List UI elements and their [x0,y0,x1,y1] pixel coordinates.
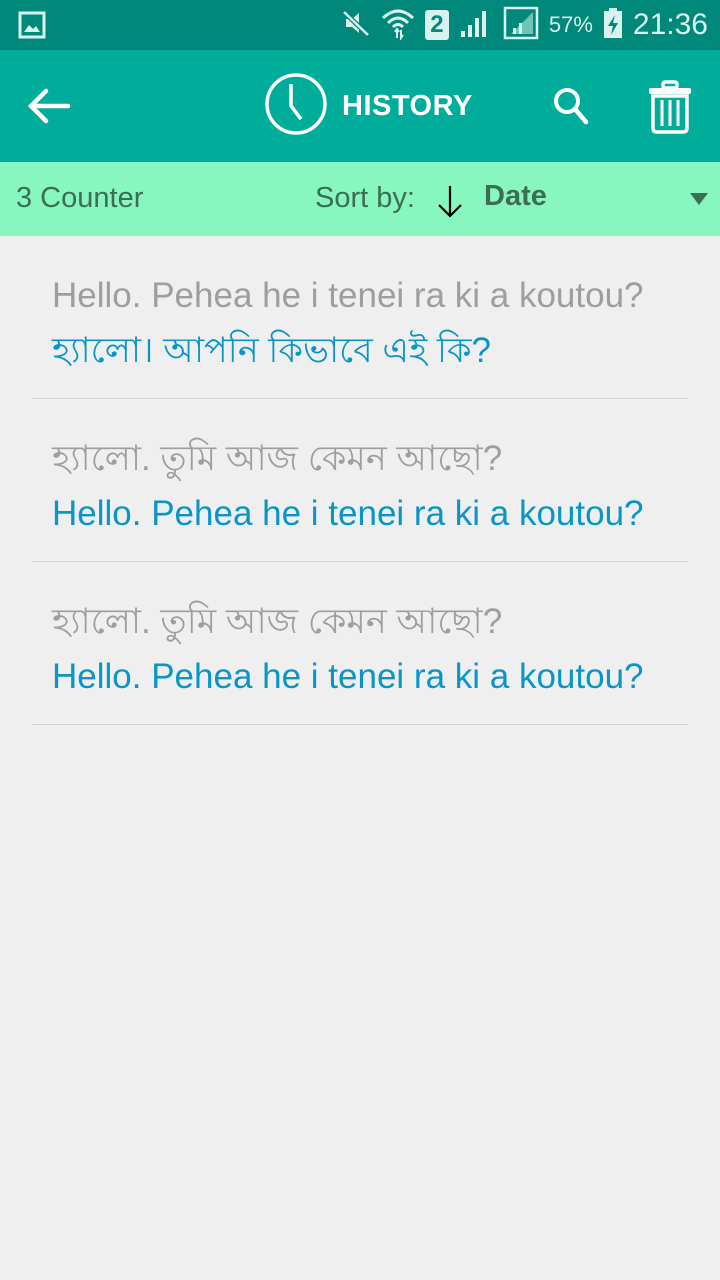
sort-select[interactable]: Date [484,180,547,213]
app-bar: HISTORY [0,50,720,162]
gallery-notification-icon [18,11,46,44]
search-icon [550,88,594,132]
battery-percent: 57% [548,12,593,37]
translation-text: Hello. Pehea he i tenei ra ki a koutou? [52,657,644,696]
clock-icon [264,72,328,141]
translation-text: Hello. Pehea he i tenei ra ki a koutou? [52,494,644,533]
history-counter: 3 Counter [16,182,144,214]
page-title: HISTORY [342,89,473,122]
arrow-left-icon [24,88,74,133]
source-text: হ্যালো. তুমি আজ কেমন আছো? [52,439,503,478]
history-list: Hello. Pehea he i tenei ra ki a koutou? … [0,236,720,725]
title-group: HISTORY [264,72,473,141]
sort-direction-toggle[interactable] [436,184,464,218]
arrow-down-icon [436,186,464,222]
sort-bar: 3 Counter Sort by: Date [0,162,720,236]
back-button[interactable] [24,83,74,129]
list-item[interactable]: হ্যালো. তুমি আজ কেমন আছো? Hello. Pehea h… [32,399,688,562]
sim-icon: 2 [424,10,449,40]
source-text: হ্যালো. তুমি আজ কেমন আছো? [52,602,503,641]
trash-icon [646,80,694,138]
source-text: Hello. Pehea he i tenei ra ki a koutou? [52,276,644,315]
signal-icon-2 [503,6,539,45]
signal-icon [459,7,493,44]
chevron-down-icon[interactable] [690,193,708,205]
status-bar: 2 57% 21:36 [0,0,720,50]
list-item[interactable]: হ্যালো. তুমি আজ কেমন আছো? Hello. Pehea h… [32,562,688,725]
battery-charging-icon [603,7,623,44]
mute-icon [341,8,371,43]
search-button[interactable] [550,84,594,128]
wifi-icon [381,6,415,45]
list-item[interactable]: Hello. Pehea he i tenei ra ki a koutou? … [32,236,688,399]
sort-label: Sort by: [315,182,415,214]
delete-all-button[interactable] [646,80,694,134]
clock-time: 21:36 [632,8,708,41]
translation-text: হ্যালো। আপনি কিভাবে এই কি? [52,331,491,370]
